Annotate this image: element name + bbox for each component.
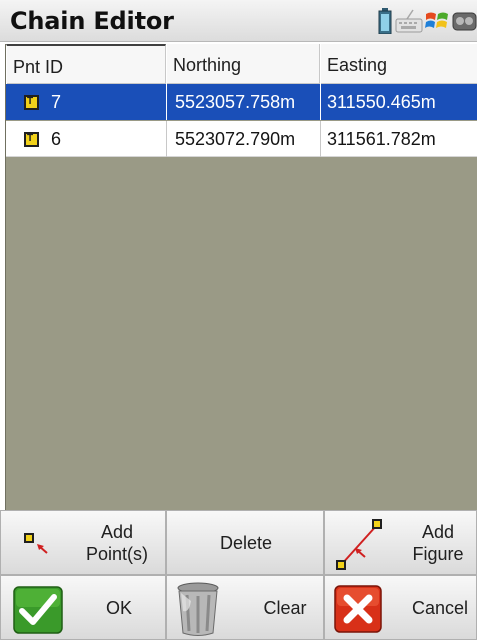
clear-button[interactable]: Clear	[166, 575, 324, 640]
windows-start-icon[interactable]	[424, 8, 450, 34]
pnt-id-value: 6	[51, 129, 62, 149]
pnt-id-cell: T6	[6, 121, 166, 157]
northing-cell: 5523072.790m	[166, 121, 320, 157]
cancel-label: Cancel	[411, 598, 469, 618]
battery-icon[interactable]	[378, 8, 392, 35]
table-header: Pnt ID Northing Easting	[6, 44, 477, 84]
delete-label: Delete	[219, 533, 273, 553]
column-header-northing[interactable]: Northing	[166, 44, 320, 84]
add-figure-label-line2: Figure	[412, 544, 464, 564]
ok-label: OK	[105, 598, 132, 618]
northing-cell: 5523057.758m	[166, 84, 320, 120]
points-table[interactable]: Pnt ID Northing Easting T7 5523057.758m …	[5, 44, 477, 510]
ok-button[interactable]: OK	[0, 575, 166, 640]
add-points-button[interactable]: Add Point(s)	[0, 510, 166, 575]
easting-cell: 311550.465m	[320, 84, 477, 120]
button-panel: Add Point(s) Delete Add Figure OK Clear …	[0, 510, 477, 640]
add-figure-label-line1: Add	[421, 522, 455, 542]
easting-cell: 311561.782m	[320, 121, 477, 157]
table-row[interactable]: T7 5523057.758m 311550.465m	[6, 84, 477, 120]
checkmark-icon	[13, 586, 63, 639]
add-figure-icon	[333, 517, 385, 576]
title-bar: Chain Editor	[0, 0, 477, 42]
keyboard-icon[interactable]	[395, 8, 423, 34]
window-title: Chain Editor	[10, 7, 174, 35]
add-figure-button[interactable]: Add Figure	[324, 510, 477, 575]
add-points-label-line1: Add	[100, 522, 134, 542]
connection-icon[interactable]	[452, 8, 477, 34]
add-points-label-line2: Point(s)	[85, 544, 148, 564]
add-point-icon	[23, 531, 53, 564]
column-header-pnt-id[interactable]: Pnt ID	[6, 44, 166, 84]
delete-button[interactable]: Delete	[166, 510, 324, 575]
table-row[interactable]: T6 5523072.790m 311561.782m	[6, 121, 477, 157]
column-header-easting[interactable]: Easting	[320, 44, 477, 84]
cancel-button[interactable]: Cancel	[324, 575, 477, 640]
point-type-icon: T	[24, 132, 39, 147]
clear-label: Clear	[263, 598, 307, 618]
trash-can-icon	[175, 581, 221, 640]
pnt-id-cell: T7	[6, 84, 166, 120]
pnt-id-value: 7	[51, 92, 62, 112]
close-icon	[334, 585, 382, 638]
point-type-icon: T	[24, 95, 39, 110]
